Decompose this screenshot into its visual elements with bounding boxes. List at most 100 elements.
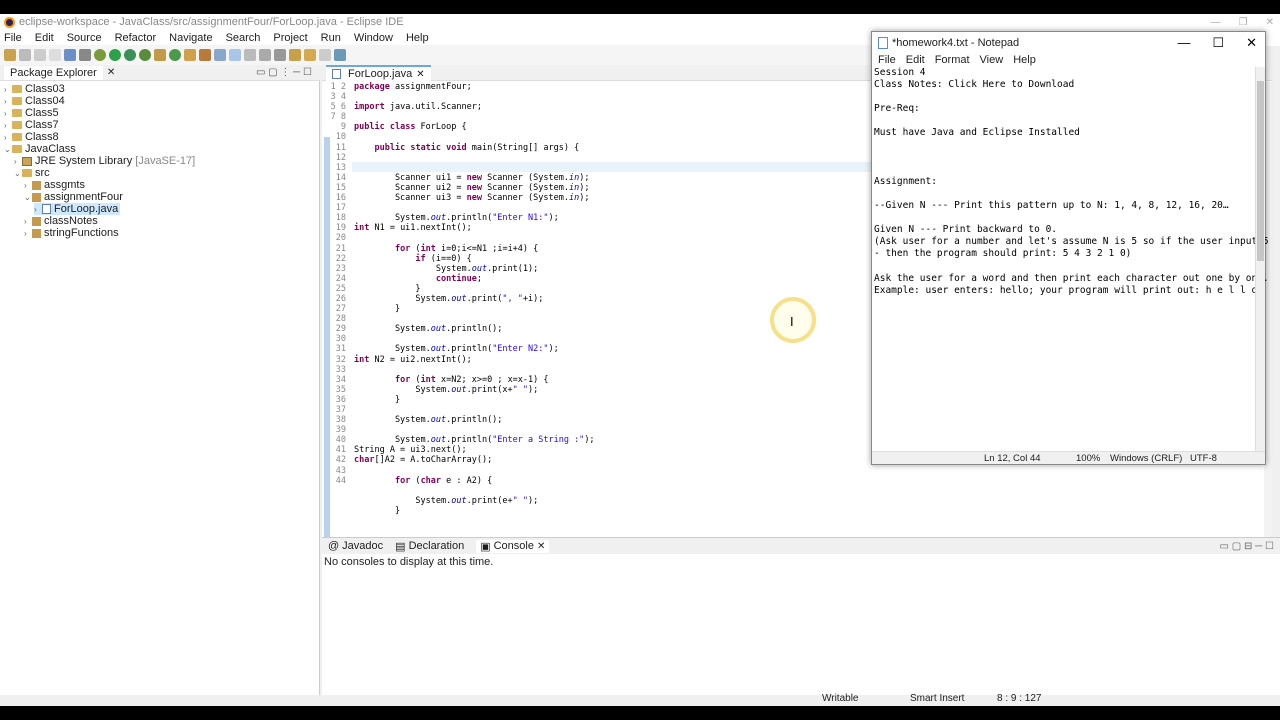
chevron-right-icon[interactable]: › (24, 217, 32, 226)
code-line[interactable] (354, 425, 595, 435)
close-icon[interactable]: ✕ (107, 67, 115, 78)
open-type-icon[interactable] (184, 49, 196, 61)
tab-javadoc[interactable]: @ Javadoc (328, 540, 383, 552)
code-line[interactable]: } (354, 284, 595, 294)
tree-item[interactable]: ⌄ src (14, 167, 50, 179)
new-java-project-icon[interactable] (154, 49, 166, 61)
tree-item[interactable]: › JRE System Library [JavaSE-17] (14, 155, 195, 167)
code-line[interactable]: System.out.print(x+" "); (354, 385, 595, 395)
run-icon[interactable] (109, 49, 121, 61)
menu-view[interactable]: View (980, 54, 1004, 66)
chevron-right-icon[interactable]: › (34, 205, 42, 214)
code-line[interactable]: for (int x=N2; x>=0 ; x=x-1) { (354, 375, 595, 385)
code-line[interactable]: System.out.println(); (354, 415, 595, 425)
code-line[interactable]: char[]A2 = A.toCharArray(); (354, 455, 595, 465)
tree-item[interactable]: › Class04 (4, 95, 65, 107)
code-line[interactable]: System.out.print(e+" "); (354, 496, 595, 506)
code-line[interactable] (354, 132, 595, 142)
show-whitespace-icon[interactable] (244, 49, 256, 61)
chevron-right-icon[interactable]: › (4, 121, 12, 130)
code-line[interactable]: String A = ui3.next(); (354, 445, 595, 455)
coverage-icon[interactable] (124, 49, 136, 61)
menu-window[interactable]: Window (354, 32, 393, 44)
scrollbar-thumb[interactable] (1257, 81, 1264, 261)
code-line[interactable]: Scanner ui2 = new Scanner (System.in); (354, 183, 595, 193)
code-line[interactable]: System.out.print(", "+i); (354, 294, 595, 304)
code-line[interactable]: for (char e : A2) { (354, 476, 595, 486)
skip-breakpoints-icon[interactable] (79, 49, 91, 61)
chevron-right-icon[interactable]: › (24, 229, 32, 238)
tab-console[interactable]: ▣ Console ✕ (476, 539, 550, 553)
print-icon[interactable] (49, 49, 61, 61)
toggle-mark-occurrences-icon[interactable] (214, 49, 226, 61)
back-icon[interactable] (304, 49, 316, 61)
tree-item-selected[interactable]: › ForLoop.java (34, 203, 121, 215)
tab-forloop-java[interactable]: ForLoop.java ✕ (326, 65, 431, 81)
tree-item[interactable]: › Class7 (4, 119, 59, 131)
code-line[interactable]: Scanner ui1 = new Scanner (System.in); (354, 173, 595, 183)
tree-item[interactable]: › Class5 (4, 107, 59, 119)
menu-file[interactable]: File (878, 54, 896, 66)
notepad-scrollbar[interactable] (1255, 67, 1265, 451)
code-line[interactable] (354, 203, 595, 213)
menu-navigate[interactable]: Navigate (169, 32, 212, 44)
notepad-text-area[interactable]: Session 4 Class Notes: Click Here to Dow… (874, 67, 1269, 297)
code-line[interactable]: } (354, 395, 595, 405)
maximize-icon[interactable]: ☐ (1212, 35, 1224, 51)
close-icon[interactable]: ✕ (1266, 17, 1274, 28)
code-line[interactable] (354, 233, 595, 243)
close-icon[interactable]: ✕ (537, 541, 545, 552)
code-line[interactable]: Scanner ui3 = new Scanner (System.in); (354, 193, 595, 203)
chevron-right-icon[interactable]: › (4, 97, 12, 106)
package-explorer-tab[interactable]: Package Explorer ✕ ▭ ▢ ⋮ ─ ☐ (0, 65, 320, 81)
code-line[interactable] (354, 486, 595, 496)
menu-project[interactable]: Project (273, 32, 307, 44)
next-annotation-icon[interactable] (259, 49, 271, 61)
console-view-controls-icon[interactable]: ▭ ▢ ⊟ ─ ☐ (1220, 541, 1274, 552)
minimize-icon[interactable]: — (1211, 17, 1221, 28)
tab-declaration[interactable]: ▤ Declaration (395, 540, 464, 553)
code-line[interactable]: package assignmentFour; (354, 82, 595, 92)
code-line[interactable] (354, 405, 595, 415)
menu-file[interactable]: File (4, 32, 22, 44)
menu-source[interactable]: Source (67, 32, 102, 44)
save-all-icon[interactable] (34, 49, 46, 61)
chevron-right-icon[interactable]: › (4, 133, 12, 142)
view-menu-icon[interactable]: ▭ ▢ ⋮ ─ ☐ (256, 67, 312, 78)
tree-item[interactable]: ⌄ JavaClass (4, 143, 76, 155)
terminal-icon[interactable] (64, 49, 76, 61)
code-line[interactable]: continue; (354, 274, 595, 284)
code-line[interactable]: if (i==0) { (354, 254, 595, 264)
menu-help[interactable]: Help (1013, 54, 1036, 66)
code-line[interactable]: } (354, 304, 595, 314)
code-line[interactable]: int N1 = ui1.nextInt(); (354, 223, 595, 233)
code-line[interactable]: System.out.println("Enter N2:"); (354, 344, 595, 354)
code-line[interactable] (354, 516, 595, 526)
code-line[interactable] (354, 365, 595, 375)
new-class-icon[interactable] (169, 49, 181, 61)
tree-item[interactable]: › Class8 (4, 131, 59, 143)
code-line[interactable]: System.out.println("Enter N1:"); (354, 213, 595, 223)
chevron-right-icon[interactable]: › (4, 109, 12, 118)
restore-icon[interactable]: ❐ (1239, 17, 1248, 28)
pin-editor-icon[interactable] (334, 49, 346, 61)
menu-edit[interactable]: Edit (906, 54, 925, 66)
chevron-down-icon[interactable]: ⌄ (4, 145, 12, 154)
code-line[interactable] (354, 314, 595, 324)
code-line[interactable]: System.out.print(1); (354, 264, 595, 274)
menu-search[interactable]: Search (226, 32, 261, 44)
menu-edit[interactable]: Edit (35, 32, 54, 44)
tree-item[interactable]: › stringFunctions (24, 227, 119, 239)
toggle-block-selection-icon[interactable] (229, 49, 241, 61)
chevron-right-icon[interactable]: › (14, 157, 22, 166)
menu-refactor[interactable]: Refactor (115, 32, 157, 44)
code-line[interactable] (354, 112, 595, 122)
code-line[interactable] (354, 334, 595, 344)
code-line[interactable]: System.out.println(); (354, 324, 595, 334)
chevron-right-icon[interactable]: › (4, 85, 12, 94)
chevron-right-icon[interactable]: › (24, 181, 32, 190)
menu-format[interactable]: Format (935, 54, 970, 66)
code-line[interactable]: } (354, 506, 595, 516)
code-line[interactable]: import java.util.Scanner; (354, 102, 595, 112)
code-line[interactable] (354, 466, 595, 476)
